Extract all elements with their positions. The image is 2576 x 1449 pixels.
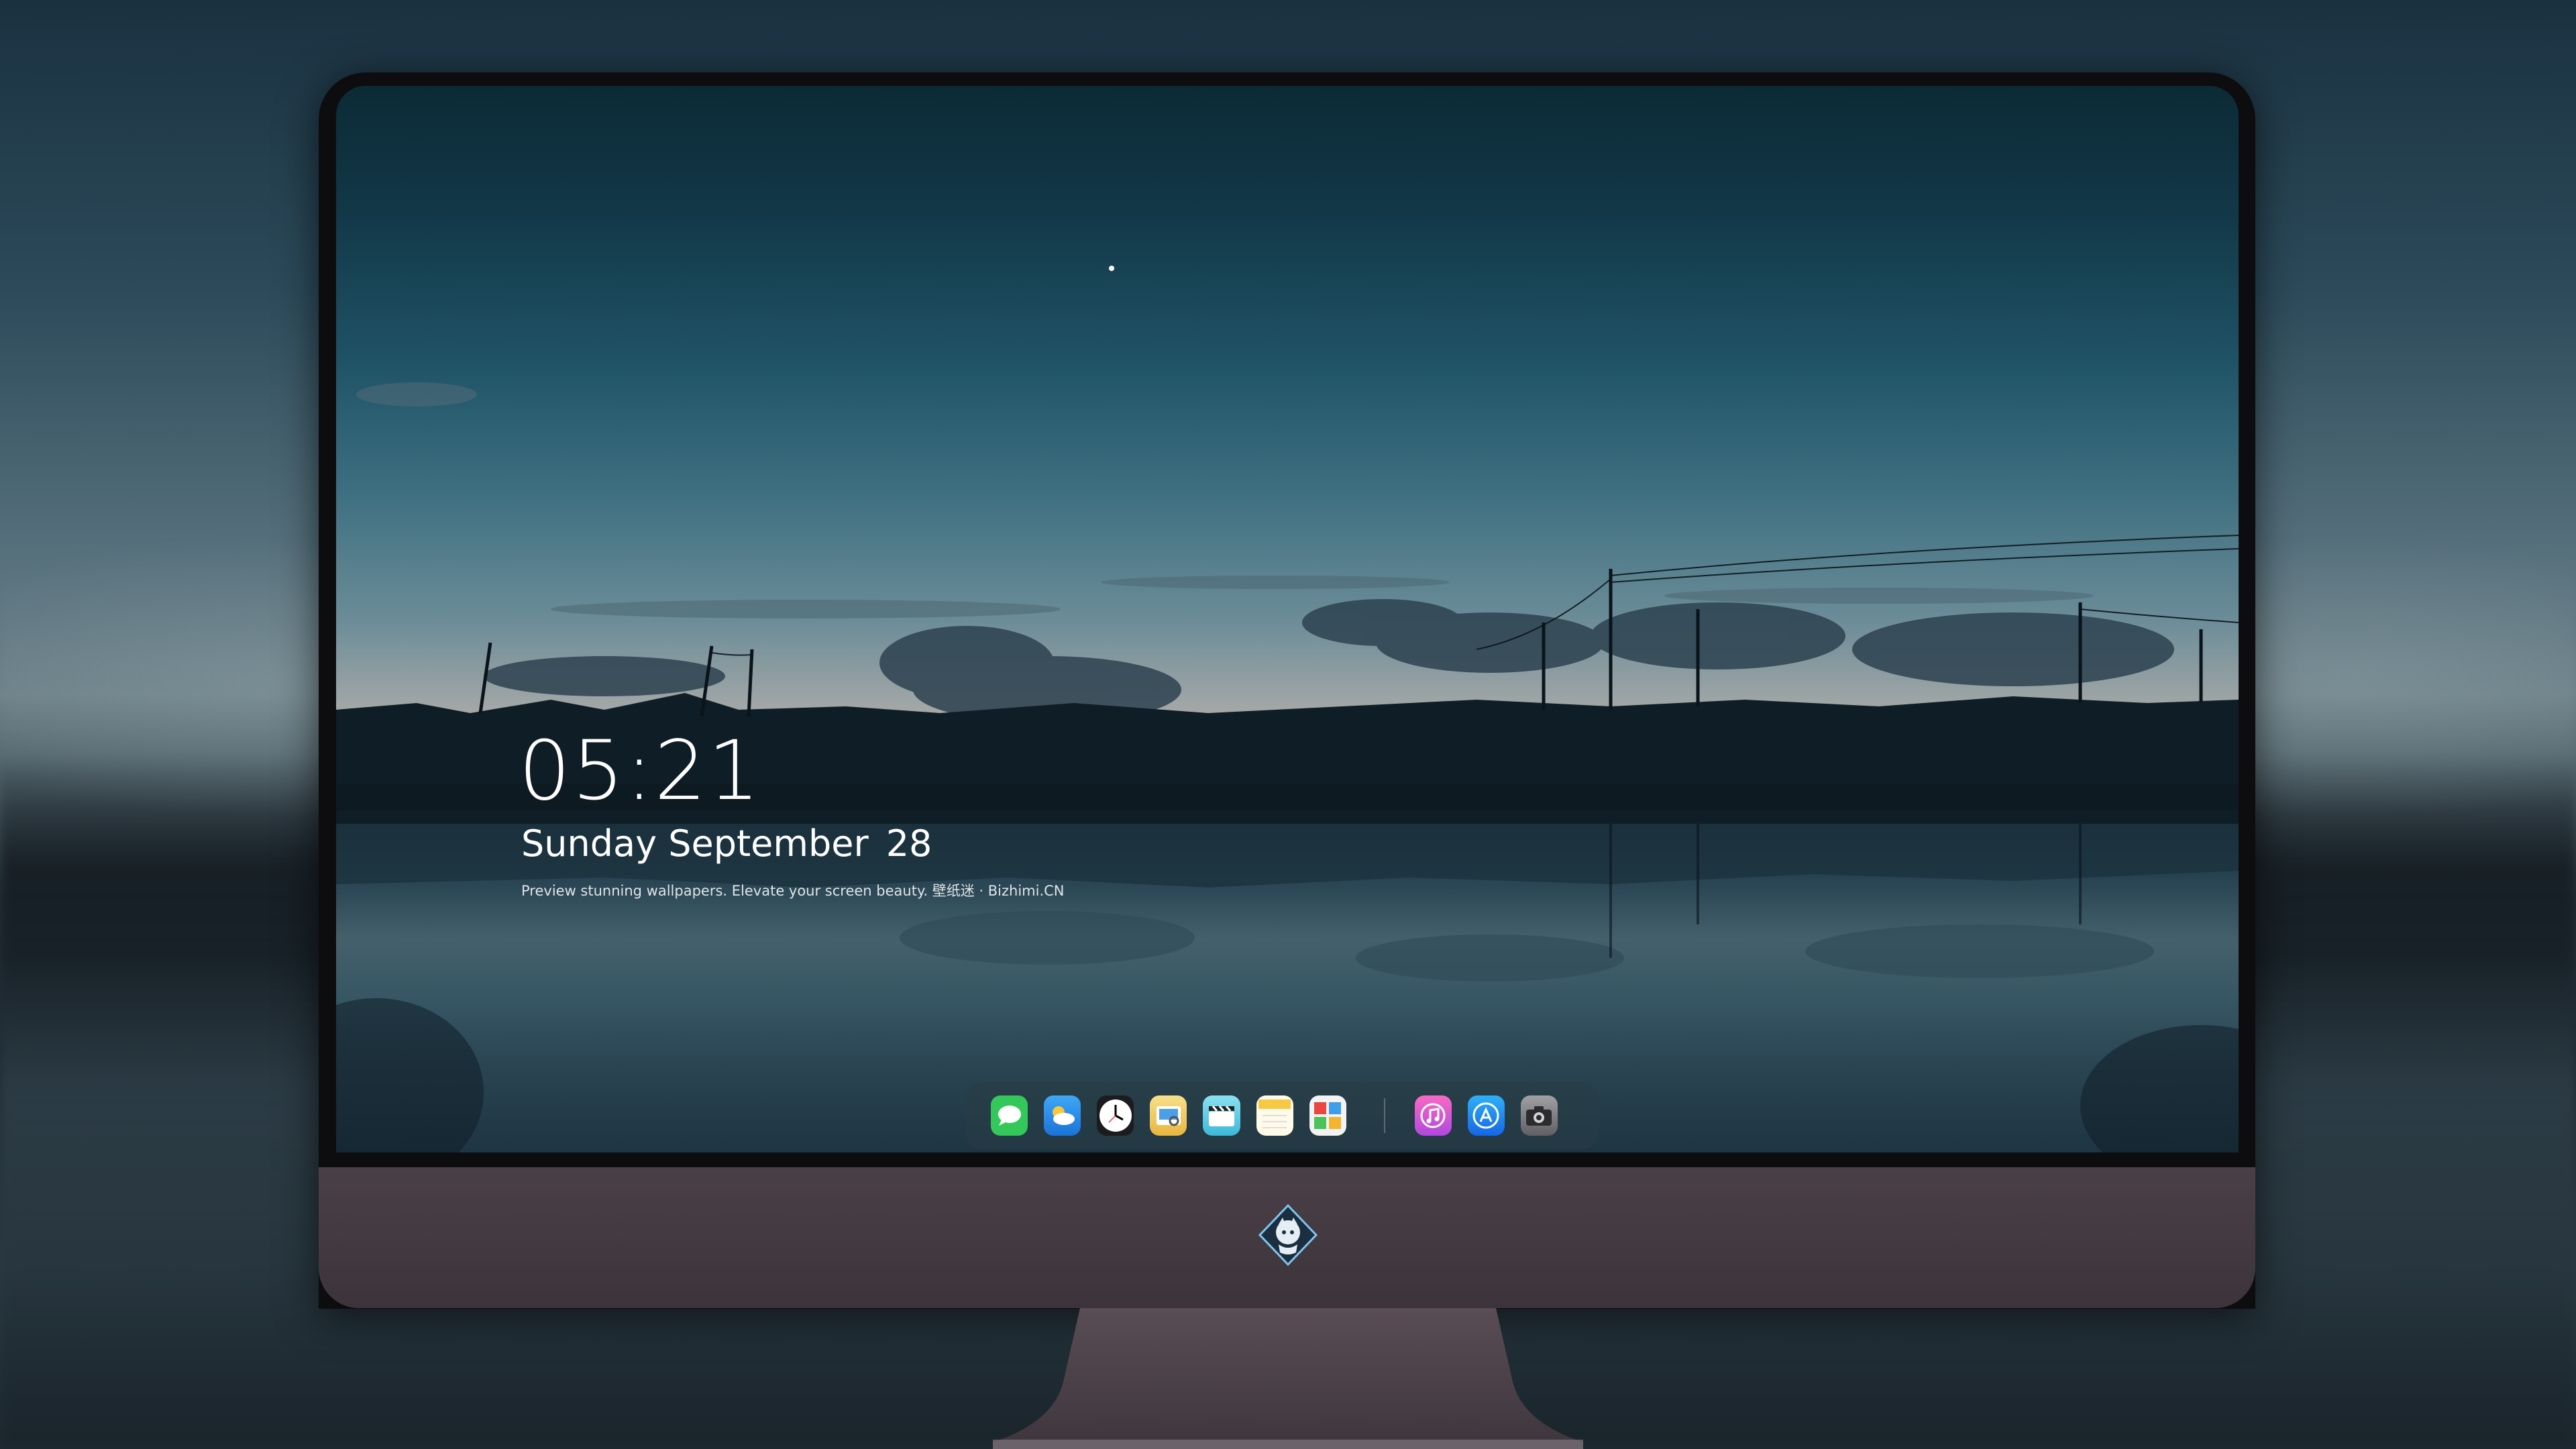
wallpaper-tagline: Preview stunning wallpapers. Elevate you… bbox=[521, 883, 1065, 899]
monitor-stand bbox=[993, 1308, 1583, 1449]
clips-icon[interactable] bbox=[1203, 1095, 1240, 1136]
screen: 05:21 Sunday September 28 Preview stunnin… bbox=[336, 86, 2239, 1152]
clock-icon[interactable] bbox=[1097, 1095, 1134, 1136]
lockscreen-date: Sunday September 28 bbox=[521, 826, 932, 862]
photo-booth-icon[interactable] bbox=[1309, 1095, 1346, 1136]
weather-icon[interactable] bbox=[1044, 1095, 1081, 1136]
dock bbox=[965, 1082, 1599, 1149]
dock-divider bbox=[1383, 1098, 1385, 1133]
date-day: 28 bbox=[885, 822, 932, 865]
app-store-icon[interactable] bbox=[1467, 1095, 1505, 1136]
lockscreen-time: 05:21 bbox=[519, 723, 761, 818]
wallpaper-landscape bbox=[336, 266, 2239, 1152]
camera-icon[interactable] bbox=[1520, 1095, 1558, 1136]
preview-icon[interactable] bbox=[1150, 1095, 1187, 1136]
brand-logo bbox=[1256, 1203, 1320, 1267]
itunes-icon[interactable] bbox=[1414, 1095, 1452, 1136]
messages-icon[interactable] bbox=[991, 1095, 1028, 1136]
date-weekday-month: Sunday September bbox=[521, 822, 869, 865]
notes-icon[interactable] bbox=[1256, 1095, 1293, 1136]
